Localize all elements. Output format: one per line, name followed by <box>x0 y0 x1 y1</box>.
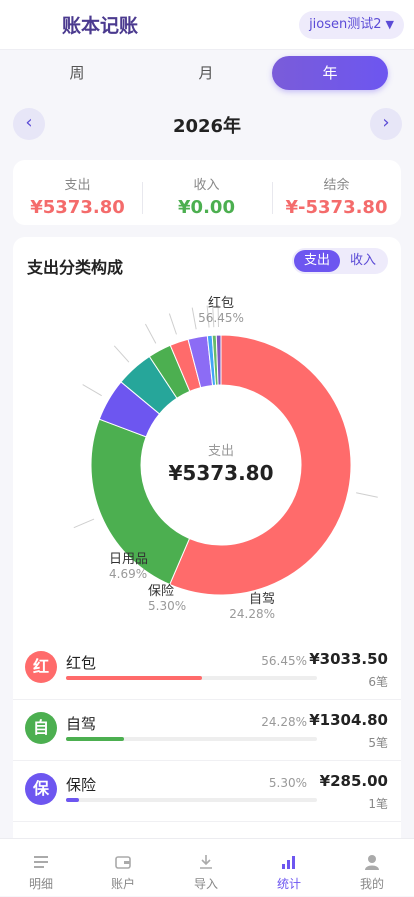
tab-week[interactable]: 周 <box>19 56 135 90</box>
donut-center-label: 支出 <box>208 444 234 459</box>
list-icon <box>32 853 50 871</box>
slice-percent-label: 4.69% <box>109 567 147 581</box>
slice-leader-line <box>83 385 102 396</box>
expense-total: ¥5373.80 <box>13 197 142 218</box>
category-row[interactable]: 保 保险 5.30% ¥285.00 1笔 <box>13 762 401 822</box>
slice-name-label: 日用品 <box>109 552 148 567</box>
wallet-icon <box>114 853 132 871</box>
category-name: 自驾 <box>66 713 96 734</box>
donut-chart: 红包56.45% 自驾24.28% 保险5.30% 日用品4.69% 支出 ¥5373… <box>13 287 401 632</box>
section-title: 支出分类构成 <box>27 254 123 278</box>
category-progress-fill <box>66 676 202 680</box>
category-amount: ¥1304.80 <box>309 711 388 729</box>
category-percent: 5.30% <box>243 776 307 790</box>
app-title: 账本记账 <box>0 11 200 38</box>
income-summary: 收入 ¥0.00 <box>142 160 271 225</box>
toggle-expense[interactable]: 支出 <box>294 250 340 272</box>
slice-name-label: 红包 <box>208 295 234 311</box>
chevron-down-icon: ▼ <box>386 11 394 39</box>
tab-label: 统计 <box>248 875 330 892</box>
category-breakdown-card: 支出分类构成 支出 收入 红包56.45%自驾24.28%保险5.30%日用品4… <box>13 237 401 857</box>
category-name: 保险 <box>66 774 96 795</box>
category-progress-fill <box>66 798 79 802</box>
slice-percent-label: 24.28% <box>229 607 275 621</box>
next-year-button[interactable]: › <box>370 108 402 140</box>
bar-chart-icon <box>280 853 298 871</box>
tab-import[interactable]: 导入 <box>165 839 247 897</box>
tab-month[interactable]: 月 <box>148 56 264 90</box>
account-switcher[interactable]: jiosen测试2 ▼ <box>299 11 404 39</box>
period-tabs: 周 月 年 <box>0 56 414 92</box>
download-icon <box>197 853 215 871</box>
category-percent: 56.45% <box>243 654 307 668</box>
type-toggle: 支出 收入 <box>292 248 388 274</box>
slice-leader-line <box>169 314 176 335</box>
income-label: 收入 <box>142 174 271 193</box>
income-total: ¥0.00 <box>142 197 271 218</box>
tab-accounts[interactable]: 账户 <box>82 839 164 897</box>
slice-leader-line <box>192 308 196 330</box>
category-icon: 自 <box>25 712 57 744</box>
chevron-right-icon: › <box>382 112 389 133</box>
slice-leader-line <box>356 493 378 497</box>
category-count: 1笔 <box>368 795 388 812</box>
category-count: 6笔 <box>368 673 388 690</box>
expense-summary: 支出 ¥5373.80 <box>13 160 142 225</box>
tab-profile[interactable]: 我的 <box>331 839 413 897</box>
tab-details[interactable]: 明细 <box>0 839 82 897</box>
tab-label: 账户 <box>82 875 164 892</box>
category-icon: 保 <box>25 773 57 805</box>
slice-leader-line <box>114 346 129 362</box>
category-row[interactable]: 自 自驾 24.28% ¥1304.80 5笔 <box>13 701 401 761</box>
user-icon <box>363 853 381 871</box>
category-row[interactable]: 红 红包 56.45% ¥3033.50 6笔 <box>13 640 401 700</box>
account-name: jiosen测试2 <box>309 11 381 39</box>
category-percent: 24.28% <box>243 715 307 729</box>
bottom-tab-bar: 明细 账户 导入 统计 我的 <box>0 838 414 896</box>
category-progress-fill <box>66 737 124 741</box>
toggle-income[interactable]: 收入 <box>340 250 386 272</box>
tab-statistics[interactable]: 统计 <box>248 839 330 897</box>
balance-summary: 结余 ¥-5373.80 <box>272 160 401 225</box>
slice-leader-line <box>145 324 155 343</box>
app-header: 账本记账 jiosen测试2 ▼ <box>0 0 414 50</box>
category-count: 5笔 <box>368 734 388 751</box>
category-name: 红包 <box>66 652 96 673</box>
category-amount: ¥285.00 <box>320 772 388 790</box>
slice-name-label: 保险 <box>148 584 174 599</box>
tab-label: 明细 <box>0 875 82 892</box>
category-amount: ¥3033.50 <box>309 650 388 668</box>
category-icon: 红 <box>25 651 57 683</box>
category-progress <box>66 676 317 680</box>
tab-label: 我的 <box>331 875 413 892</box>
year-label: 2026年 <box>0 112 414 138</box>
balance-total: ¥-5373.80 <box>272 197 401 218</box>
category-progress <box>66 737 317 741</box>
slice-percent-label: 5.30% <box>148 599 186 613</box>
slice-percent-label: 56.45% <box>198 311 244 325</box>
category-progress <box>66 798 317 802</box>
summary-card: 支出 ¥5373.80 收入 ¥0.00 结余 ¥-5373.80 <box>13 160 401 225</box>
slice-name-label: 自驾 <box>249 592 275 607</box>
donut-center-value: ¥5373.80 <box>168 461 273 485</box>
slice-leader-line <box>74 519 94 528</box>
tab-label: 导入 <box>165 875 247 892</box>
year-navigation: ‹ 2026年 › <box>0 106 414 142</box>
expense-label: 支出 <box>13 174 142 193</box>
tab-year[interactable]: 年 <box>272 56 388 90</box>
balance-label: 结余 <box>272 174 401 193</box>
